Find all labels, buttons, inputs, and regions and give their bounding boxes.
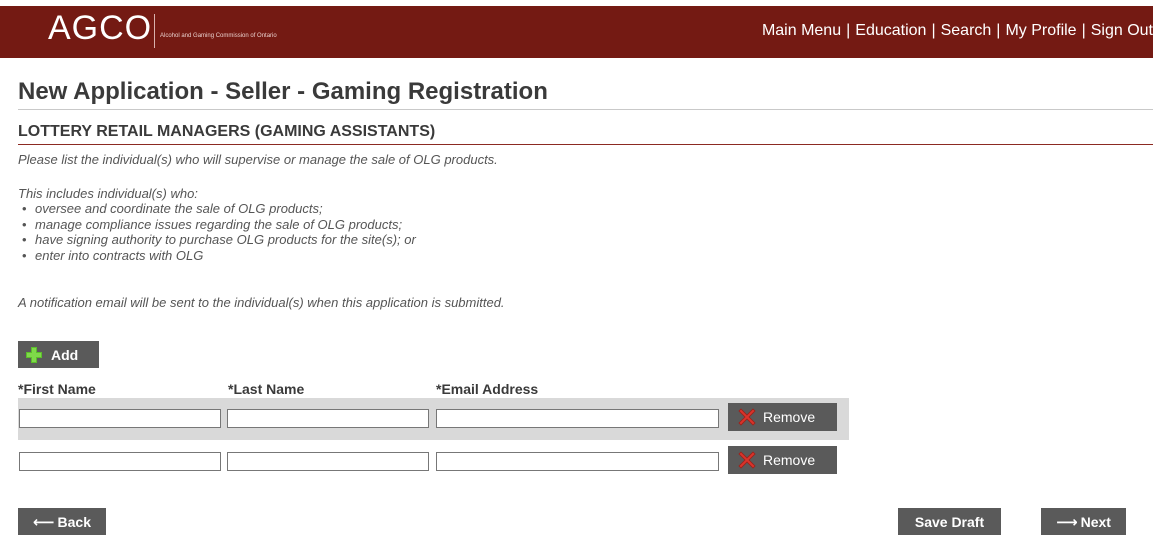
back-button-label: Back bbox=[57, 513, 91, 530]
remove-x-icon bbox=[738, 451, 756, 469]
email-field[interactable] bbox=[436, 452, 719, 471]
nav-education[interactable]: Education bbox=[855, 22, 926, 39]
next-button[interactable]: ⟶ Next bbox=[1041, 508, 1126, 535]
nav-separator: | bbox=[996, 22, 1001, 39]
top-navigation: Main Menu | Education | Search | My Profile | Si… bbox=[762, 22, 1153, 40]
remove-x-icon bbox=[738, 408, 756, 426]
nav-my-profile[interactable]: My Profile bbox=[1005, 22, 1076, 39]
logo-divider bbox=[154, 14, 155, 48]
add-button-label: Add bbox=[51, 346, 79, 363]
save-draft-button[interactable]: Save Draft bbox=[898, 508, 1001, 535]
nav-separator: | bbox=[846, 22, 851, 39]
includes-text: This includes individual(s) who: bbox=[18, 186, 198, 201]
list-item: have signing authority to purchase OLG p… bbox=[18, 232, 416, 248]
first-name-field[interactable] bbox=[19, 409, 221, 428]
logo-subtitle: Alcohol and Gaming Commission of Ontario bbox=[160, 33, 277, 39]
duties-list: oversee and coordinate the sale of OLG p… bbox=[18, 201, 416, 263]
arrow-right-icon: ⟶ bbox=[1056, 513, 1078, 531]
add-button[interactable]: Add bbox=[18, 341, 99, 368]
title-divider bbox=[18, 109, 1153, 110]
site-header: AGCO Alcohol and Gaming Commission of On… bbox=[0, 6, 1153, 58]
last-name-header: *Last Name bbox=[228, 381, 305, 397]
first-name-field[interactable] bbox=[19, 452, 221, 471]
plus-icon bbox=[26, 346, 42, 363]
save-draft-label: Save Draft bbox=[914, 513, 985, 530]
nav-separator: | bbox=[1081, 22, 1086, 39]
remove-button[interactable]: Remove bbox=[728, 446, 837, 474]
list-item: oversee and coordinate the sale of OLG p… bbox=[18, 201, 416, 217]
next-button-label: Next bbox=[1080, 513, 1111, 530]
section-title: LOTTERY RETAIL MANAGERS (GAMING ASSISTAN… bbox=[18, 123, 436, 140]
first-name-header: *First Name bbox=[18, 381, 96, 397]
list-item: enter into contracts with OLG bbox=[18, 248, 416, 264]
last-name-field[interactable] bbox=[227, 409, 429, 428]
list-item: manage compliance issues regarding the s… bbox=[18, 217, 416, 233]
page-title: New Application - Seller - Gaming Regist… bbox=[18, 78, 548, 105]
remove-button-label: Remove bbox=[763, 452, 816, 468]
section-divider bbox=[18, 144, 1153, 145]
last-name-field[interactable] bbox=[227, 452, 429, 471]
logo-text: AGCO bbox=[48, 9, 153, 47]
nav-sign-out[interactable]: Sign Out bbox=[1091, 22, 1153, 39]
arrow-left-icon: ⟵ bbox=[33, 513, 55, 531]
nav-separator: | bbox=[931, 22, 936, 39]
back-button[interactable]: ⟵ Back bbox=[18, 508, 106, 535]
nav-main-menu[interactable]: Main Menu bbox=[762, 22, 841, 39]
intro-text: Please list the individual(s) who will s… bbox=[18, 152, 498, 167]
nav-search[interactable]: Search bbox=[941, 22, 992, 39]
notification-text: A notification email will be sent to the… bbox=[18, 295, 505, 310]
remove-button[interactable]: Remove bbox=[728, 403, 837, 431]
email-field[interactable] bbox=[436, 409, 719, 428]
email-header: *Email Address bbox=[436, 381, 539, 397]
remove-button-label: Remove bbox=[763, 409, 816, 425]
